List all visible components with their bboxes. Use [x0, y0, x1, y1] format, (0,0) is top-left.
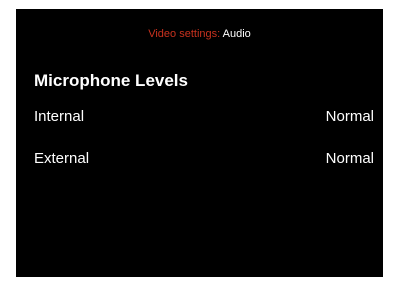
breadcrumb-current: Audio — [222, 28, 251, 40]
breadcrumb-parent[interactable]: Video settings: — [148, 28, 220, 40]
breadcrumb: Video settings: Audio — [16, 27, 383, 41]
setting-row-internal[interactable]: Internal Normal — [34, 107, 374, 127]
setting-label-external: External — [34, 150, 90, 167]
setting-value-internal[interactable]: Normal — [326, 107, 374, 127]
settings-screen: Video settings: Audio Microphone Levels … — [16, 9, 383, 277]
setting-value-external[interactable]: Normal — [326, 149, 374, 169]
setting-row-external[interactable]: External Normal — [34, 149, 374, 169]
section-title: Microphone Levels — [34, 71, 188, 90]
setting-label-internal: Internal — [34, 108, 85, 125]
